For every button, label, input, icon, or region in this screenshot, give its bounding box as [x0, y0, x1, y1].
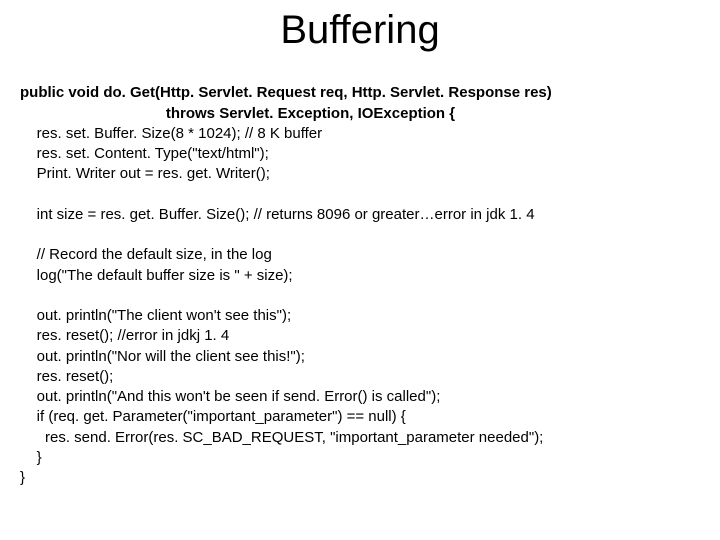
code-line: res. reset();	[20, 368, 113, 385]
code-line: public void do. Get(Http. Servlet. Reque…	[20, 84, 552, 101]
code-line: res. reset(); //error in jdkj 1. 4	[20, 327, 229, 344]
code-line: res. set. Buffer. Size(8 * 1024); // 8 K…	[20, 125, 322, 142]
slide: Buffering public void do. Get(Http. Serv…	[0, 0, 720, 540]
code-line: // Record the default size, in the log	[20, 246, 272, 263]
code-line: throws Servlet. Exception, IOException {	[20, 105, 455, 122]
code-line: }	[20, 469, 25, 486]
code-line: }	[20, 449, 42, 466]
code-line: Print. Writer out = res. get. Writer();	[20, 165, 270, 182]
slide-title: Buffering	[20, 8, 700, 53]
code-line: int size = res. get. Buffer. Size(); // …	[20, 206, 535, 223]
code-line: out. println("Nor will the client see th…	[20, 348, 305, 365]
code-line: if (req. get. Parameter("important_param…	[20, 408, 406, 425]
code-line: log("The default buffer size is " + size…	[20, 267, 293, 284]
code-line: res. set. Content. Type("text/html");	[20, 145, 269, 162]
code-line: out. println("And this won't be seen if …	[20, 388, 440, 405]
code-block: public void do. Get(Http. Servlet. Reque…	[20, 63, 700, 509]
code-line: out. println("The client won't see this"…	[20, 307, 291, 324]
code-line: res. send. Error(res. SC_BAD_REQUEST, "i…	[20, 429, 543, 446]
